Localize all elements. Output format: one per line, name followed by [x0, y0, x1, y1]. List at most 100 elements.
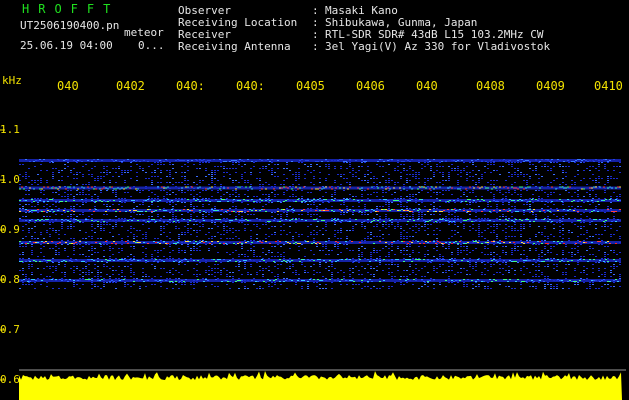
noise-pixel — [40, 248, 42, 249]
signal-pixel — [423, 259, 425, 260]
noise-pixel — [295, 270, 297, 271]
noise-pixel — [133, 284, 135, 285]
noise-pixel — [541, 208, 543, 209]
noise-pixel — [235, 168, 237, 169]
noise-pixel — [34, 288, 36, 289]
noise-pixel — [52, 204, 54, 205]
noise-pixel — [616, 166, 618, 167]
noise-pixel — [403, 254, 405, 255]
signal-pixel — [153, 219, 155, 220]
signal-pixel — [583, 220, 585, 221]
signal-pixel — [411, 261, 413, 262]
signal-pixel — [149, 209, 151, 210]
noise-pixel — [115, 258, 117, 259]
noise-pixel — [238, 266, 240, 267]
noise-pixel — [352, 262, 354, 263]
noise-pixel — [580, 226, 582, 227]
noise-pixel — [355, 224, 357, 225]
signal-pixel — [577, 211, 579, 212]
noise-pixel — [163, 164, 165, 165]
noise-pixel — [34, 166, 36, 167]
noise-pixel — [214, 208, 216, 209]
signal-pixel — [95, 242, 97, 243]
noise-pixel — [619, 252, 621, 253]
noise-pixel — [22, 230, 24, 231]
noise-pixel — [73, 168, 75, 169]
noise-pixel — [70, 218, 72, 219]
noise-pixel — [493, 194, 495, 195]
noise-pixel — [406, 276, 408, 277]
signal-pixel — [245, 260, 247, 261]
noise-pixel — [589, 204, 591, 205]
signal-pixel — [239, 261, 241, 262]
noise-pixel — [67, 228, 69, 229]
noise-pixel — [193, 288, 195, 289]
signal-pixel — [611, 221, 613, 222]
hroft-meteor-display: { "app": { "title": "HROFFT" }, "file": … — [0, 0, 629, 400]
noise-pixel — [568, 288, 570, 289]
noise-pixel — [454, 212, 456, 213]
noise-pixel — [25, 244, 27, 245]
noise-pixel — [283, 168, 285, 169]
signal-pixel — [119, 161, 121, 162]
noise-pixel — [493, 184, 495, 185]
noise-pixel — [178, 272, 180, 273]
noise-pixel — [154, 222, 156, 223]
signal-pixel — [339, 209, 341, 210]
noise-pixel — [490, 288, 492, 289]
noise-pixel — [205, 168, 207, 169]
noise-pixel — [82, 246, 84, 247]
noise-pixel — [61, 214, 63, 215]
noise-pixel — [583, 170, 585, 171]
noise-pixel — [109, 276, 111, 277]
noise-pixel — [478, 226, 480, 227]
noise-pixel — [334, 180, 336, 181]
signal-pixel — [395, 200, 397, 201]
signal-pixel — [57, 243, 59, 244]
noise-pixel — [154, 176, 156, 177]
noise-pixel — [217, 192, 219, 193]
signal-pixel — [103, 221, 105, 222]
noise-pixel — [604, 164, 606, 165]
noise-pixel — [559, 166, 561, 167]
signal-pixel — [381, 209, 383, 210]
noise-pixel — [208, 270, 210, 271]
signal-pixel — [367, 188, 369, 190]
noise-pixel — [325, 254, 327, 255]
noise-pixel — [319, 204, 321, 205]
noise-pixel — [238, 254, 240, 255]
signal-pixel — [345, 259, 347, 260]
noise-pixel — [25, 278, 27, 279]
noise-pixel — [100, 176, 102, 177]
noise-pixel — [118, 274, 120, 275]
noise-pixel — [223, 226, 225, 227]
noise-pixel — [91, 282, 93, 283]
signal-pixel — [359, 211, 361, 212]
signal-pixel — [523, 188, 525, 190]
noise-pixel — [199, 212, 201, 213]
noise-pixel — [121, 272, 123, 273]
noise-pixel — [313, 270, 315, 271]
noise-pixel — [529, 164, 531, 165]
noise-pixel — [46, 170, 48, 171]
noise-pixel — [139, 190, 141, 191]
noise-pixel — [46, 286, 48, 287]
noise-pixel — [232, 238, 234, 239]
noise-pixel — [322, 234, 324, 235]
signal-pixel — [319, 259, 321, 260]
noise-pixel — [547, 170, 549, 171]
signal-pixel — [447, 261, 449, 262]
noise-pixel — [448, 180, 450, 181]
signal-pixel — [147, 161, 149, 162]
signal-pixel — [107, 209, 109, 210]
signal-pixel — [29, 211, 31, 212]
noise-pixel — [265, 254, 267, 255]
signal-pixel — [555, 188, 557, 190]
noise-pixel — [571, 206, 573, 207]
noise-pixel — [37, 202, 39, 203]
noise-pixel — [121, 240, 123, 241]
signal-pixel — [307, 241, 309, 242]
signal-pixel — [153, 200, 155, 201]
noise-pixel — [28, 282, 30, 283]
signal-pixel — [147, 280, 149, 281]
